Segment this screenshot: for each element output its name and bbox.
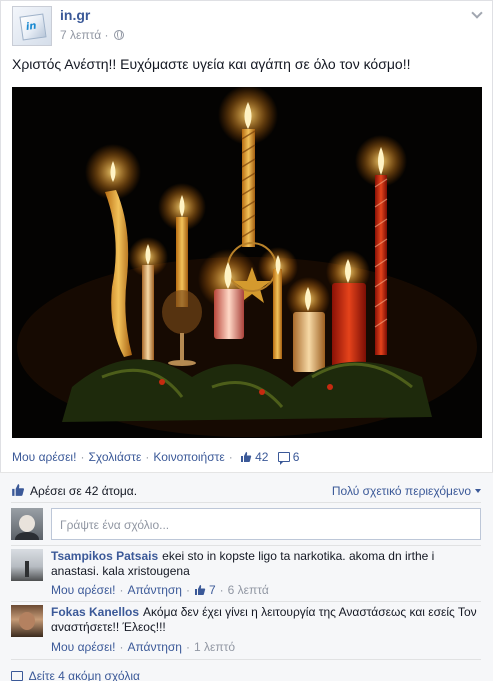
logo-text: in <box>25 20 38 33</box>
post-message: Χριστός Ανέστη!! Ευχόμαστε υγεία και αγά… <box>12 56 411 72</box>
share-link[interactable]: Κοινοποιήστε <box>153 450 224 464</box>
comment-time[interactable]: 6 λεπτά <box>228 583 269 597</box>
comment-like-link[interactable]: Μου αρέσει! <box>51 583 115 597</box>
post-actions: Μου αρέσει! · Σχολιάστε · Κοινοποιήστε · 42 6 <box>12 449 300 465</box>
more-comments[interactable]: Δείτε 4 ακόμη σχόλια <box>11 669 140 681</box>
more-comments-link[interactable]: Δείτε 4 ακόμη σχόλια <box>29 669 140 681</box>
feedback-section: Αρέσει σε 42 άτομα. Πολύ σχετικό περιεχό… <box>0 472 493 681</box>
comment-bubble-icon <box>277 452 290 465</box>
comment-like-link[interactable]: Μου αρέσει! <box>51 640 115 654</box>
post-time-separator: · <box>104 28 109 42</box>
candles-photo <box>12 87 482 438</box>
like-link[interactable]: Μου αρέσει! <box>12 450 76 464</box>
thumbs-up-icon <box>12 484 25 496</box>
meta-separator: · <box>219 583 224 597</box>
post-time-text[interactable]: 7 λεπτά <box>60 28 101 42</box>
comment-reply-link[interactable]: Απάντηση <box>127 583 182 597</box>
thumbs-up-icon <box>241 452 252 462</box>
divider <box>11 601 481 602</box>
logo-cube-icon: in <box>19 13 47 41</box>
divider <box>11 502 481 503</box>
comment-body: Tsampikos Patsais ekei sto in kopste ligo… <box>51 549 481 579</box>
comment-item: Fokas Kanellos Ακόμα δεν έχει γίνει η λει… <box>11 605 481 655</box>
comment-count[interactable]: 6 <box>277 450 300 465</box>
comment-time[interactable]: 1 λεπτό <box>194 640 235 654</box>
likes-summary: Αρέσει σε 42 άτομα. Πολύ σχετικό περιεχό… <box>11 483 481 499</box>
actions-separator: · <box>228 450 233 464</box>
comment-item: Tsampikos Patsais ekei sto in kopste ligo… <box>11 549 481 599</box>
relevance-dropdown[interactable]: Πολύ σχετικό περιεχόμενο <box>332 484 481 498</box>
comment-composer: Γράψτε ένα σχόλιο... <box>11 508 481 540</box>
meta-separator: · <box>119 640 124 654</box>
comment-count-value: 6 <box>292 450 300 464</box>
divider <box>11 659 481 660</box>
comment-body: Fokas Kanellos Ακόμα δεν έχει γίνει η λει… <box>51 605 481 635</box>
thumbs-up-icon <box>194 585 206 595</box>
comment-author[interactable]: Tsampikos Patsais <box>51 549 158 563</box>
post-photo[interactable] <box>12 87 482 438</box>
actions-separator: · <box>80 450 85 464</box>
commenter-avatar[interactable] <box>11 605 43 637</box>
meta-separator: · <box>185 640 190 654</box>
globe-icon[interactable] <box>113 30 124 40</box>
meta-separator: · <box>119 583 124 597</box>
comment-author[interactable]: Fokas Kanellos <box>51 605 139 619</box>
post-header: in in.gr 7 λεπτά · <box>12 6 482 46</box>
comment-like-count[interactable]: 7 <box>209 583 216 597</box>
current-user-avatar <box>11 508 43 540</box>
meta-separator: · <box>185 583 190 597</box>
comment-bubble-icon <box>11 671 23 681</box>
likes-text[interactable]: Αρέσει σε 42 άτομα. <box>30 484 137 498</box>
commenter-avatar[interactable] <box>11 549 43 581</box>
like-count[interactable]: 42 <box>240 450 272 464</box>
post-card: in in.gr 7 λεπτά · Χριστός Ανέστη!! Ευχό… <box>0 0 493 472</box>
chevron-down-icon[interactable] <box>472 9 482 19</box>
page-name[interactable]: in.gr <box>60 7 90 23</box>
comment-link[interactable]: Σχολιάστε <box>88 450 141 464</box>
divider <box>11 545 481 546</box>
page-avatar[interactable]: in <box>12 6 52 46</box>
actions-separator: · <box>145 450 150 464</box>
comment-meta: Μου αρέσει! · Απάντηση · 7 · 6 λεπτά <box>51 582 269 597</box>
comment-reply-link[interactable]: Απάντηση <box>127 640 182 654</box>
like-count-value: 42 <box>255 450 269 464</box>
comment-input[interactable]: Γράψτε ένα σχόλιο... <box>51 508 481 540</box>
post-timestamp[interactable]: 7 λεπτά · <box>60 28 124 42</box>
comment-meta: Μου αρέσει! · Απάντηση · 1 λεπτό <box>51 640 235 654</box>
